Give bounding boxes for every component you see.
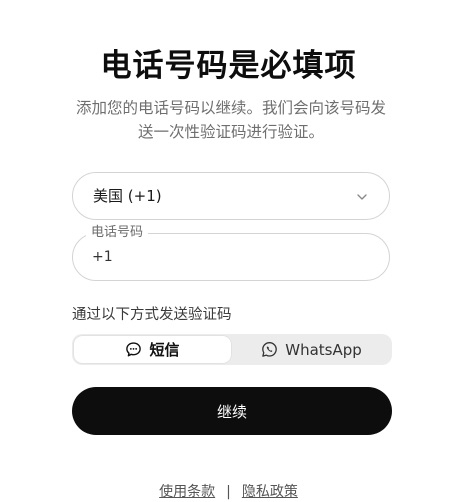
whatsapp-option-label: WhatsApp <box>285 340 362 359</box>
country-code-value: 美国 (+1) <box>93 187 162 205</box>
country-code-select[interactable]: 美国 (+1) <box>72 172 390 220</box>
footer-links: 使用条款 | 隐私政策 <box>0 482 457 502</box>
phone-number-field: 电话号码 <box>72 225 390 281</box>
phone-number-label: 电话号码 <box>86 225 149 241</box>
page-subtitle: 添加您的电话号码以继续。我们会向该号码发送一次性验证码进行验证。 <box>75 99 386 141</box>
sms-option-button[interactable]: 短信 <box>74 336 231 363</box>
footer-separator: | <box>226 484 231 500</box>
whatsapp-icon <box>262 342 278 357</box>
terms-of-use-link[interactable]: 使用条款 <box>159 484 215 500</box>
message-icon <box>126 342 142 357</box>
privacy-policy-link[interactable]: 隐私政策 <box>242 484 298 500</box>
continue-button[interactable]: 继续 <box>72 387 392 435</box>
delivery-method-toggle: 短信 WhatsApp <box>72 334 392 365</box>
sms-option-label: 短信 <box>149 341 180 359</box>
chevron-down-icon <box>357 194 367 200</box>
page-title: 电话号码是必填项 <box>100 48 357 84</box>
whatsapp-option-button[interactable]: WhatsApp <box>233 336 390 363</box>
delivery-method-label: 通过以下方式发送验证码 <box>72 307 232 323</box>
phone-number-input[interactable] <box>92 246 362 268</box>
